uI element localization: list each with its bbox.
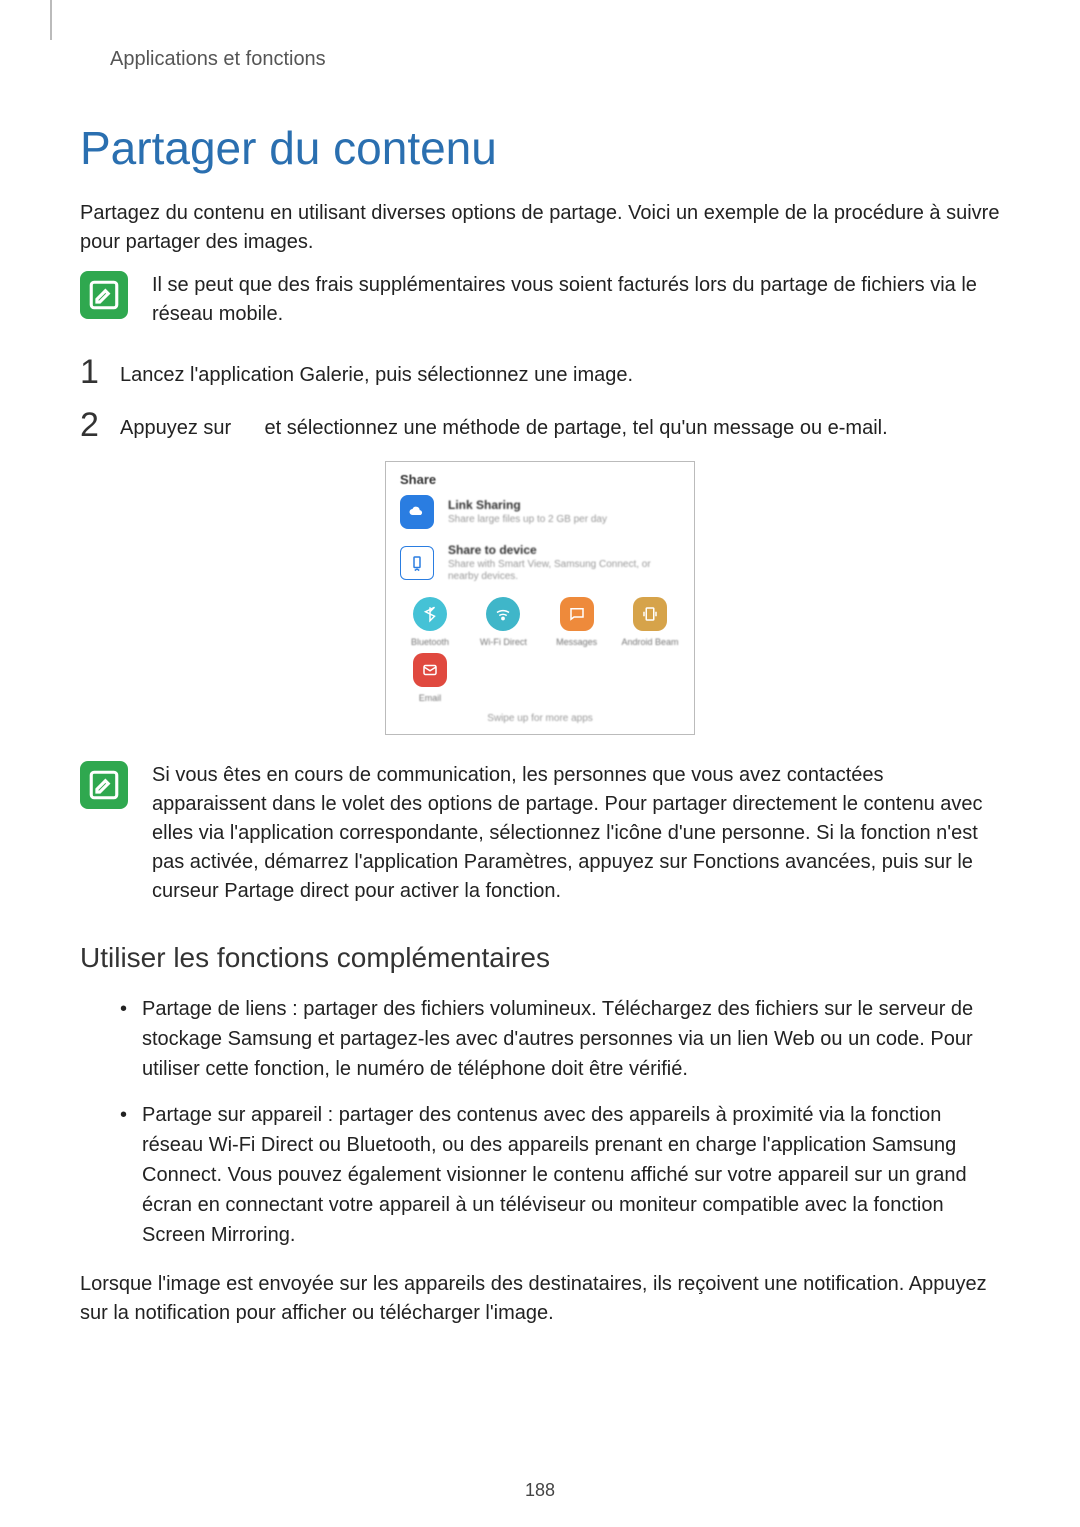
note-block: Il se peut que des frais supplémentaires… [80, 271, 1000, 329]
list-item: Partage sur appareil : partager des cont… [120, 1100, 1000, 1250]
link-sharing-lead: Partage de liens [142, 998, 287, 1020]
figure-cell-wifi-direct: Wi-Fi Direct [473, 597, 533, 647]
figure-row-link-sharing: Link Sharing Share large files up to 2 G… [400, 495, 680, 529]
figure-title: Share [400, 472, 680, 487]
pencil-note-icon [87, 768, 121, 802]
step1-pre: Lancez l'application [120, 364, 300, 386]
intro-paragraph: Partagez du contenu en utilisant diverse… [80, 199, 1000, 257]
page-number: 188 [0, 1480, 1080, 1501]
page-title: Partager du contenu [80, 121, 1000, 175]
figure-row-share-device: Share to device Share with Smart View, S… [400, 543, 680, 583]
step2-post: et sélectionnez une méthode de partage, … [259, 417, 888, 439]
cloud-icon [408, 503, 426, 521]
share-to-device-sublabel: Share with Smart View, Samsung Connect, … [448, 559, 680, 583]
step-text: Lancez l'application Galerie, puis sélec… [120, 355, 1000, 390]
email-label: Email [419, 693, 442, 703]
step2-pre: Appuyez sur [120, 417, 237, 439]
pencil-note-icon [87, 278, 121, 312]
closing-paragraph: Lorsque l'image est envoyée sur les appa… [80, 1270, 1000, 1328]
share-to-device-icon [400, 546, 434, 580]
note-text: Il se peut que des frais supplémentaires… [152, 271, 1000, 329]
android-beam-label: Android Beam [621, 637, 678, 647]
subsection-title: Utiliser les fonctions complémentaires [80, 942, 1000, 974]
note2-g: pour activer la fonction. [349, 880, 561, 902]
feature-list: Partage de liens : partager des fichiers… [120, 994, 1000, 1250]
step-number: 1 [80, 355, 100, 389]
share-icon-placeholder [237, 417, 259, 439]
direct-share-label: Partage direct [224, 880, 349, 902]
step1-post: , puis sélectionnez une image. [364, 364, 633, 386]
manual-page: Applications et fonctions Partager du co… [0, 0, 1080, 1527]
figure-cell-email: Email [400, 653, 460, 703]
link-sharing-icon [400, 495, 434, 529]
share-panel-figure: Share Link Sharing Share large files up … [385, 461, 695, 735]
figure-cell-messages: Messages [547, 597, 607, 647]
bluetooth-label: Bluetooth [411, 637, 449, 647]
messages-icon [560, 597, 594, 631]
device-icon [408, 554, 426, 572]
note2-c: , appuyez sur [567, 851, 693, 873]
bluetooth-icon [413, 597, 447, 631]
step-number: 2 [80, 408, 100, 442]
note-icon [80, 761, 128, 809]
settings-app-label: Paramètres [464, 851, 567, 873]
figure-cell-android-beam: Android Beam [620, 597, 680, 647]
step-1: 1 Lancez l'application Galerie, puis sél… [80, 355, 1000, 390]
gallery-app-label: Galerie [300, 364, 364, 386]
link-sharing-sublabel: Share large files up to 2 GB per day [448, 514, 680, 526]
figure-cell-bluetooth: Bluetooth [400, 597, 460, 647]
wifi-icon [486, 597, 520, 631]
messages-label: Messages [556, 637, 597, 647]
device-share-lead: Partage sur appareil [142, 1104, 322, 1126]
header-rule [50, 0, 52, 40]
android-beam-icon [633, 597, 667, 631]
note-block-2: Si vous êtes en cours de communication, … [80, 761, 1000, 906]
list-item: Partage de liens : partager des fichiers… [120, 994, 1000, 1084]
note-text: Si vous êtes en cours de communication, … [152, 761, 1000, 906]
breadcrumb: Applications et fonctions [110, 48, 1000, 71]
step-text: Appuyez sur et sélectionnez une méthode … [120, 408, 1000, 443]
figure-footer: Swipe up for more apps [400, 713, 680, 724]
wifi-direct-label: Wi-Fi Direct [480, 637, 527, 647]
email-icon [413, 653, 447, 687]
link-sharing-label: Link Sharing [448, 498, 680, 512]
figure-app-grid: Bluetooth Wi-Fi Direct Messages Android … [400, 597, 680, 647]
share-to-device-label: Share to device [448, 543, 680, 557]
figure-app-grid-2: Email [400, 653, 680, 703]
note-icon [80, 271, 128, 319]
step-2: 2 Appuyez sur et sélectionnez une méthod… [80, 408, 1000, 443]
advanced-features-label: Fonctions avancées [693, 851, 871, 873]
